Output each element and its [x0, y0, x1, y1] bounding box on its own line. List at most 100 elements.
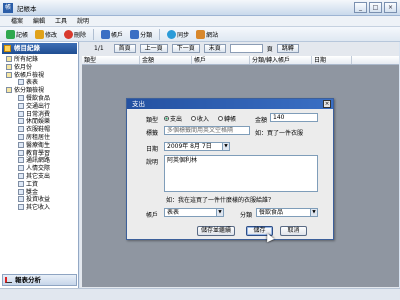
menu-tools[interactable]: 工具: [50, 16, 72, 26]
report-analysis-panel[interactable]: 報表分析: [2, 274, 77, 286]
report-analysis-label: 報表分析: [15, 276, 41, 284]
date-value: 2009年 8月 7日: [167, 143, 212, 150]
expense-dialog: 支出 × 類型 支出 收入 轉帳 金額 140 標籤 多個標籤間用英文空格隔 如…: [126, 98, 334, 240]
tree-item[interactable]: 投資收益: [2, 196, 78, 204]
sidebar: 帳目紀錄 所有紀錄 依月份 依帳戶檢視 表表 依分類檢視 餐飲食品 交通出行 日常消費 休閒娛樂…: [0, 42, 79, 288]
cancel-button[interactable]: 取消: [280, 226, 307, 236]
add-icon: [6, 29, 15, 39]
tree-item[interactable]: 衣服鞋帽: [2, 126, 78, 134]
tree-item[interactable]: 所有紀錄: [2, 56, 78, 64]
type-expense-label: 支出: [170, 116, 183, 123]
tree-item[interactable]: 人情交際: [2, 165, 78, 173]
tree-item[interactable]: 其它收入: [2, 204, 78, 212]
category-item-icon: [18, 165, 24, 172]
tree-item[interactable]: 醫療衛生: [2, 141, 78, 150]
dialog-close-button[interactable]: ×: [323, 100, 331, 108]
grid-header: 類型 金額 帳戶 分類/轉入帳戶 日期: [82, 56, 399, 65]
column-account[interactable]: 帳戶: [192, 56, 250, 64]
tree-item-label: 日常消費: [26, 110, 51, 118]
toolbar-separator: [93, 28, 95, 40]
minimize-button[interactable]: _: [354, 2, 367, 13]
page-unit-label: 頁: [266, 46, 273, 53]
toolbar: 記帳 修改 刪除 帳戶 分類 同步 網站: [0, 27, 400, 42]
folder-icon: [6, 63, 12, 70]
accounts-button[interactable]: 帳戶: [98, 28, 126, 41]
tree-item-label: 依帳戶檢視: [14, 71, 45, 79]
menu-file[interactable]: 檔案: [6, 16, 28, 26]
category-item-icon: [18, 133, 24, 140]
chart-icon: [5, 277, 12, 283]
type-radio-expense[interactable]: 支出: [164, 114, 182, 123]
category-icon: [130, 29, 140, 39]
description-hint: 如：我在這買了一件什麼樣的衣服給誰？: [166, 197, 275, 204]
tree-item[interactable]: 依月份: [2, 63, 78, 72]
add-record-label: 記帳: [16, 31, 29, 39]
tree-item[interactable]: 依帳戶檢視: [2, 71, 78, 80]
page-indicator: 1/1: [94, 45, 104, 52]
website-button[interactable]: 網站: [193, 28, 221, 41]
folder-icon: [6, 56, 12, 62]
tree-item-label: 醫療衛生: [26, 141, 51, 149]
dialog-title: 支出: [132, 100, 145, 108]
menu-help[interactable]: 說明: [72, 16, 94, 26]
date-label: 日期: [146, 146, 159, 153]
type-label: 類型: [146, 117, 159, 124]
radio-dot: [191, 116, 196, 121]
category-select[interactable]: 餐飲食品 ▼: [256, 208, 318, 217]
column-type[interactable]: 類型: [82, 56, 140, 64]
tree-item[interactable]: 其它支出: [2, 172, 78, 181]
home-icon: [196, 29, 206, 39]
description-textarea[interactable]: 阿英個利林: [164, 155, 318, 192]
chevron-down-icon[interactable]: ▼: [222, 143, 229, 150]
prev-page-button[interactable]: 上一頁: [139, 44, 168, 53]
date-picker[interactable]: 2009年 8月 7日 ▼: [164, 142, 230, 151]
next-page-button[interactable]: 下一頁: [171, 44, 200, 53]
categories-button[interactable]: 分類: [127, 28, 155, 41]
tree-item[interactable]: 餐飲食品: [2, 94, 78, 103]
accounts-label: 帳戶: [111, 31, 124, 39]
column-category[interactable]: 分類/轉入帳戶: [250, 56, 312, 64]
last-page-button[interactable]: 末頁: [203, 44, 226, 53]
close-window-button[interactable]: ×: [384, 2, 397, 13]
tree-item[interactable]: 依分類檢視: [2, 87, 78, 95]
tree-item[interactable]: 交通出行: [2, 102, 78, 111]
column-amount[interactable]: 金額: [140, 56, 192, 64]
maximize-button[interactable]: □: [369, 2, 382, 13]
edit-record-button[interactable]: 修改: [32, 28, 60, 41]
sync-button[interactable]: 同步: [164, 28, 192, 41]
category-item-icon: [18, 79, 24, 86]
account-select[interactable]: 表表 ▼: [164, 208, 224, 217]
tree-item-label: 工資: [26, 180, 39, 188]
category-item-icon: [18, 172, 24, 179]
tree-item-label: 其它收入: [26, 204, 51, 212]
amount-input[interactable]: 140: [270, 113, 318, 122]
type-radio-transfer[interactable]: 轉帳: [218, 114, 236, 123]
tree-item-label: 衣服鞋帽: [26, 126, 51, 134]
tree-item[interactable]: 房租居住: [2, 133, 78, 142]
category-item-icon: [18, 110, 24, 117]
delete-record-button[interactable]: 刪除: [61, 28, 89, 41]
sidebar-header[interactable]: 帳目紀錄: [2, 43, 77, 54]
chevron-down-icon[interactable]: ▼: [310, 209, 317, 216]
delete-icon: [64, 29, 74, 39]
categories-label: 分類: [140, 31, 153, 39]
tree-item[interactable]: 通訊網路: [2, 157, 78, 165]
tree-item-label: 所有紀錄: [14, 56, 39, 63]
tree-item[interactable]: 休閒娛樂: [2, 118, 78, 126]
sync-label: 同步: [177, 31, 190, 39]
menu-edit[interactable]: 編輯: [28, 16, 50, 26]
add-record-button[interactable]: 記帳: [3, 28, 31, 41]
category-value: 餐飲食品: [259, 209, 284, 216]
chevron-down-icon[interactable]: ▼: [216, 209, 223, 216]
tags-input[interactable]: 多個標籤間用英文空格隔: [164, 126, 250, 135]
tree-item[interactable]: 工資: [2, 180, 78, 189]
tree-item-label: 餐飲食品: [26, 94, 51, 102]
record-tree: 所有紀錄 依月份 依帳戶檢視 表表 依分類檢視 餐飲食品 交通出行 日常消費 休閒娛樂 衣服鞋帽房…: [2, 56, 78, 212]
page-number-input[interactable]: [229, 44, 263, 53]
first-page-button[interactable]: 首頁: [113, 44, 136, 53]
save-continue-button[interactable]: 儲存並繼續: [197, 226, 235, 236]
jump-button[interactable]: 跳轉: [276, 44, 299, 53]
column-date[interactable]: 日期: [312, 56, 352, 64]
account-icon: [101, 29, 111, 39]
type-radio-income[interactable]: 收入: [191, 114, 209, 123]
